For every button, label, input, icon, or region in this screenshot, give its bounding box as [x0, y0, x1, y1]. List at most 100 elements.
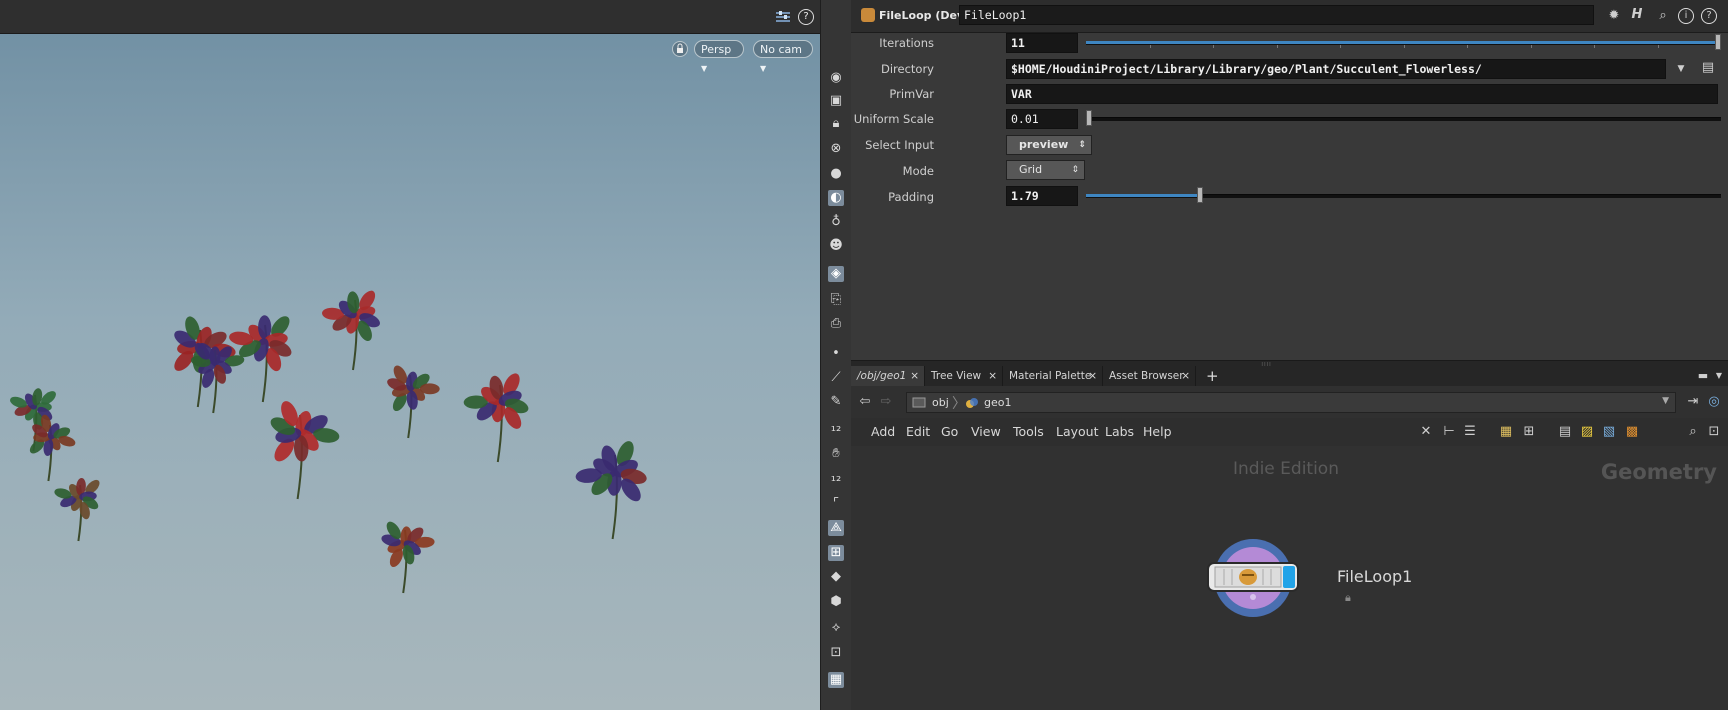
plant-9	[381, 521, 435, 594]
bulb-icon[interactable]: ♁	[828, 214, 844, 230]
path-obj[interactable]: obj	[932, 396, 949, 409]
menu-view[interactable]: View	[971, 418, 1001, 446]
path-separator-icon: 〉	[952, 396, 966, 412]
hand-icon[interactable]: ✋︎	[828, 446, 844, 462]
tab-tree-view[interactable]: Tree View ×	[925, 366, 1003, 386]
slider-handle[interactable]	[1715, 34, 1721, 50]
camera-icon[interactable]: ▣	[828, 93, 844, 109]
pane-layout-icon[interactable]: ▬	[1696, 368, 1710, 384]
scene-viewport[interactable]: ? Persp ▼ No cam ▼	[0, 0, 820, 710]
link-icon[interactable]: ◎	[1706, 394, 1722, 410]
corner-icon[interactable]: ⌜	[828, 496, 844, 512]
houdini-h-icon[interactable]: H	[1628, 7, 1646, 23]
menu-help[interactable]: Help	[1143, 418, 1172, 446]
image-icon[interactable]: ⊡	[1706, 424, 1722, 440]
point-icon[interactable]: •	[828, 346, 844, 362]
slider-tick	[1213, 45, 1214, 48]
brush-icon[interactable]: ✎	[828, 394, 844, 410]
sphere-icon[interactable]: ●	[828, 166, 844, 182]
close-icon[interactable]: ×	[1181, 366, 1190, 386]
parameter-header: FileLoop (Dev) FileLoop1 ✹ H ⌕ i ?	[851, 0, 1728, 33]
search-icon[interactable]: ⌕	[1685, 424, 1701, 440]
flipbook-icon[interactable]: ⎘	[828, 292, 844, 308]
mode-menu[interactable]: Grid ⇕	[1006, 160, 1085, 180]
chevron-down-icon[interactable]: ▼	[1713, 368, 1725, 384]
menu-labs[interactable]: Labs	[1105, 418, 1134, 446]
select-input-menu[interactable]: preview ⇕	[1006, 135, 1092, 155]
help-icon[interactable]: ?	[798, 9, 814, 25]
pose-icon[interactable]: ⟁	[828, 520, 844, 536]
add-tab-button[interactable]: +	[1206, 367, 1219, 385]
list-view-icon[interactable]: ☰	[1462, 424, 1478, 440]
image-icon[interactable]: ▦	[828, 672, 844, 688]
search-icon[interactable]: ⌕	[1654, 8, 1672, 24]
forward-arrow-icon[interactable]: ⇨	[878, 394, 894, 410]
menu-go[interactable]: Go	[941, 418, 958, 446]
light-icon[interactable]: ◐	[828, 190, 844, 206]
asset-icon[interactable]: ▩	[1624, 424, 1640, 440]
grid-icon[interactable]: ⊞	[828, 545, 844, 561]
cube-icon[interactable]: ⬢	[828, 594, 844, 610]
help-icon[interactable]: ?	[1701, 8, 1717, 24]
iterations-slider[interactable]	[1086, 34, 1721, 52]
tab-obj-geo1[interactable]: /obj/geo1 ×	[851, 366, 925, 386]
back-arrow-icon[interactable]: ⇦	[857, 394, 873, 410]
network-canvas[interactable]: Indie Edition Geometry FileLoop1 🔒︎	[851, 446, 1728, 710]
close-icon[interactable]: ×	[910, 366, 919, 386]
menu-tools[interactable]: Tools	[1013, 418, 1044, 446]
uniform-scale-slider[interactable]	[1086, 110, 1721, 128]
slider-handle[interactable]	[1197, 187, 1203, 203]
node-name-field[interactable]: FileLoop1	[959, 5, 1594, 25]
padding-field[interactable]: 1.79	[1006, 186, 1078, 206]
render-view-icon[interactable]: ⎙	[828, 316, 844, 332]
background-image-icon[interactable]: ▧	[1601, 424, 1617, 440]
primvar-field[interactable]: VAR	[1006, 84, 1718, 104]
network-box-icon[interactable]: ▤	[1557, 424, 1573, 440]
eye-icon[interactable]: ◉	[828, 70, 844, 86]
number-icon[interactable]: ₁₂	[828, 420, 844, 436]
directory-dropdown-icon[interactable]: ▼	[1673, 61, 1689, 77]
menu-edit[interactable]: Edit	[906, 418, 930, 446]
node-type-icon	[861, 8, 875, 22]
color-palette-icon[interactable]: ▦	[1498, 424, 1514, 440]
tab-material-palette[interactable]: Material Palette ×	[1003, 366, 1103, 386]
tab-asset-browser[interactable]: Asset Browser ×	[1103, 366, 1196, 386]
rig-icon[interactable]: ⟡	[828, 620, 844, 636]
number2-icon[interactable]: ₁₂	[828, 470, 844, 486]
viewport-lock-icon[interactable]	[672, 41, 688, 57]
camera-select-menu[interactable]: No cam ▼	[753, 40, 813, 73]
directory-field[interactable]: $HOME/HoudiniProject/Library/Library/geo…	[1006, 59, 1666, 79]
lock-icon[interactable]: 🔒︎	[828, 116, 844, 132]
uniform-scale-field[interactable]: 0.01	[1006, 109, 1078, 129]
indie-edition-watermark: Indie Edition	[1233, 459, 1339, 479]
frame-icon[interactable]: ⊡	[828, 645, 844, 661]
wrench-icon[interactable]: ✕	[1418, 424, 1434, 440]
path-geo1[interactable]: geo1	[984, 396, 1011, 409]
skull-icon[interactable]: ☻	[828, 238, 844, 254]
gear-icon[interactable]: ✹	[1605, 8, 1623, 24]
grid-icon[interactable]: ⊞	[1521, 424, 1537, 440]
slider-handle[interactable]	[1086, 110, 1092, 126]
slider-tick	[1594, 45, 1595, 48]
tree-layout-icon[interactable]: ⊢	[1441, 424, 1457, 440]
sticky-note-icon[interactable]: ▨	[1579, 424, 1595, 440]
close-icon[interactable]: ×	[1088, 366, 1097, 386]
menu-add[interactable]: Add	[871, 418, 895, 446]
geo-context-icon	[965, 396, 979, 410]
display-options-icon[interactable]	[776, 10, 790, 23]
fileloop-node[interactable]: FileLoop1 🔒︎	[1180, 539, 1412, 619]
chevron-down-icon[interactable]: ▼	[1662, 396, 1669, 406]
snap-icon[interactable]: ⊗	[828, 141, 844, 157]
pin-icon[interactable]: ⇥	[1685, 394, 1701, 410]
plant-2	[54, 478, 100, 542]
close-icon[interactable]: ×	[988, 366, 997, 386]
iterations-field[interactable]: 11	[1006, 33, 1078, 53]
persp-camera-menu[interactable]: Persp ▼	[694, 40, 744, 73]
pen-icon[interactable]: ⟋	[828, 370, 844, 386]
diamond-icon[interactable]: ◆	[828, 569, 844, 585]
info-icon[interactable]: i	[1678, 8, 1694, 24]
file-chooser-icon[interactable]: ▤	[1700, 60, 1716, 76]
padding-slider[interactable]	[1086, 187, 1721, 205]
render-icon[interactable]: ◈	[828, 266, 844, 282]
menu-layout[interactable]: Layout	[1056, 418, 1099, 446]
